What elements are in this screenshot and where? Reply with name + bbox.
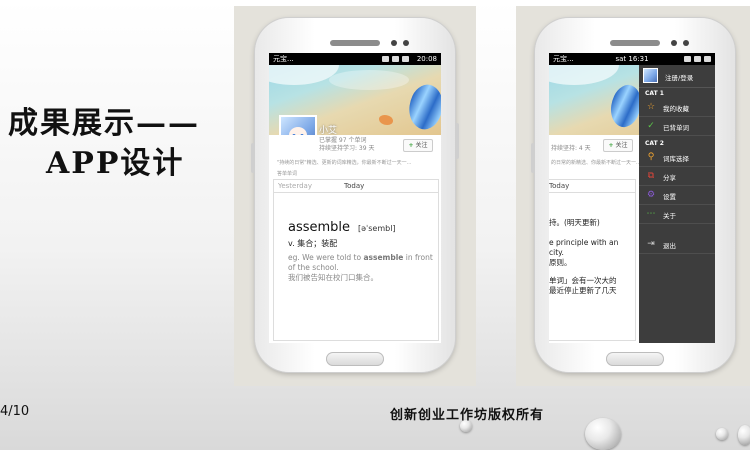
peek-line: city. [549,248,564,257]
slide-title-line2: APP设计 [46,146,185,181]
slide-title: 成果展示—— APP设计 [8,104,233,184]
menu-item-share[interactable]: ⧉ 分享 [639,167,715,186]
day-tabs: Today [549,180,635,193]
water-drop [738,425,750,445]
camera [391,40,397,46]
plus-icon: + [408,142,414,149]
water-drop [716,428,728,440]
follow-button[interactable]: + 关注 [603,139,633,152]
follow-label: 关注 [415,142,428,149]
status-bar: 元宝... 20:08 [269,53,441,65]
home-button[interactable] [606,352,664,366]
peek-line: 原则。 [549,258,572,267]
stat-learned: 已掌握 97 个单词 [319,137,367,144]
phonetic: [əˈsembl] [358,224,396,233]
exit-icon: ⇥ [647,239,655,249]
menu-item-about[interactable]: ⋯ 关于 [639,205,715,224]
login-row[interactable]: 注册/登录 [639,65,715,88]
shell-decoration [379,115,393,125]
peek-line: 持。(明天更新) [549,218,600,227]
word-card: Today 持。(明天更新) e principle with an city.… [549,179,636,341]
headword: assemble [288,220,351,235]
example-cn: 我们被告知在校门口集合。 [288,273,378,282]
word-card: Yesterday Today assemble [əˈsembl] v. 集合… [273,179,439,341]
water-drop [585,418,621,450]
plus-icon: + [608,142,614,149]
follow-button[interactable]: + 关注 [403,139,433,152]
login-label: 注册/登录 [665,74,694,82]
search-icon: ⚲ [647,152,655,162]
shell-decoration [401,79,441,135]
tab-today[interactable]: Today [344,180,364,192]
peek-line: 单词」会有一次大的 [549,276,617,285]
gear-icon: ⚙ [646,190,656,200]
section-label: 答单单词 [277,171,298,177]
camera [683,40,689,46]
status-carrier: 元宝... [273,55,294,63]
speaker [330,40,380,46]
slide-title-line1: 成果展示—— [8,106,200,141]
status-clock: 20:08 [416,55,437,63]
example-highlight: assemble [363,253,404,262]
stat-days: 持续坚持: 4 天 [551,145,591,152]
menu-item-favorites[interactable]: ☆ 我的收藏 [639,98,715,117]
menu-item-settings[interactable]: ⚙ 设置 [639,186,715,205]
status-icons [382,56,409,62]
menu-category-1: CAT 1 [645,90,664,97]
profile-panel: 已掌握 97 个单词 持续坚持学习: 39 天 + 关注 "持续的日常"精选、更… [269,135,441,166]
speaker [610,40,660,46]
profile-quote: 的日常的新精选、你最新不断过一天一... [551,160,641,166]
definition: v. 集合；装配 [288,239,338,248]
side-key [251,143,255,173]
peek-line: e principle with an [549,238,619,247]
star-icon: ☆ [646,102,656,112]
peek-line: 最近停止更新了几天 [549,286,617,295]
dots-icon: ⋯ [646,209,656,219]
left-phone: 元宝... 20:08 小艾 已掌握 97 个单词 持续坚持学习: 39 天 +… [251,18,459,372]
share-icon: ⧉ [647,171,655,181]
left-screen: 元宝... 20:08 小艾 已掌握 97 个单词 持续坚持学习: 39 天 +… [269,53,441,343]
follow-label: 关注 [615,142,628,149]
check-icon: ✓ [647,121,655,131]
menu-item-wordbank[interactable]: ⚲ 词库选择 [639,148,715,167]
page-number: 4/10 [0,404,30,419]
copyright: 创新创业工作坊版权所有 [390,408,545,423]
status-icons [684,56,711,62]
menu-avatar [643,68,658,83]
camera [403,40,409,46]
side-key [531,143,535,173]
side-key [455,123,459,159]
home-button[interactable] [326,352,384,366]
status-bar: 元宝... sat 16:31 [549,53,715,65]
tab-today[interactable]: Today [549,180,569,192]
stat-days: 持续坚持学习: 39 天 [319,145,375,152]
camera [671,40,677,46]
profile-quote: "持续的日常"精选、更新的词库精选，你最新不断过一天一... [277,160,412,166]
example-en: eg. We were told to assemble in front of… [288,253,433,272]
drawer-menu: 注册/登录 CAT 1 ☆ 我的收藏 ✓ 已背单词 CAT 2 ⚲ 词库选择 ⧉… [639,65,715,343]
menu-item-learned[interactable]: ✓ 已背单词 [639,117,715,136]
right-screen: 元宝... sat 16:31 持续坚持: 4 天 + 关注 的日常的新精选、你… [549,53,715,343]
right-phone: 元宝... sat 16:31 持续坚持: 4 天 + 关注 的日常的新精选、你… [531,18,735,372]
menu-item-exit[interactable]: ⇥ 退出 [639,235,715,254]
tab-yesterday[interactable]: Yesterday [278,180,312,192]
day-tabs: Yesterday Today [274,180,438,193]
menu-category-2: CAT 2 [645,140,664,147]
